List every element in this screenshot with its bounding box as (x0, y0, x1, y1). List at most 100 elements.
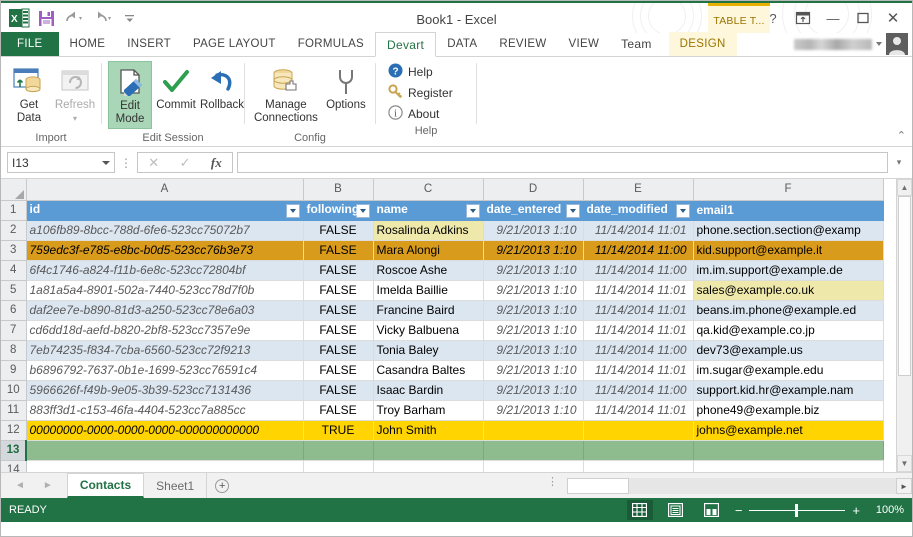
row-header-10[interactable]: 10 (1, 380, 27, 401)
table-row[interactable]: 12 00000000-0000-0000-0000-000000000000 TR… (1, 420, 884, 441)
table-row[interactable]: 4 6f4c1746-a824-f11b-6e8c-523cc72804bf FAL… (1, 260, 884, 281)
undo-icon[interactable] (61, 6, 87, 30)
zoom-level-label[interactable]: 100% (870, 504, 904, 516)
filter-dropdown-id[interactable] (285, 204, 300, 218)
zoom-thumb[interactable] (795, 503, 799, 517)
header-cell-date_entered[interactable]: date_entered (483, 200, 584, 221)
formula-bar-grip[interactable]: ⋮ (119, 157, 133, 169)
cell-D4[interactable]: 9/21/2013 1:10 (483, 260, 584, 281)
header-cell-date_modified[interactable]: date_modified (583, 200, 694, 221)
cell-C2[interactable]: Rosalinda Adkins (373, 220, 484, 241)
cell-B2[interactable]: FALSE (303, 220, 374, 241)
filter-dropdown-date_modified[interactable] (675, 204, 690, 218)
column-header-D[interactable]: D (483, 179, 584, 201)
normal-view-icon[interactable] (626, 500, 653, 520)
get-data-button[interactable]: Get Data (7, 61, 51, 127)
cell-B10[interactable]: FALSE (303, 380, 374, 401)
header-cell-following[interactable]: following (303, 200, 374, 221)
account-area[interactable] (794, 32, 908, 56)
page-layout-view-icon[interactable] (663, 500, 689, 520)
ribbon-tab-review[interactable]: REVIEW (488, 32, 557, 56)
name-box[interactable]: I13 (7, 152, 115, 173)
filter-dropdown-date_entered[interactable] (565, 204, 580, 218)
cell-F4[interactable]: im.im.support@example.de (693, 260, 884, 281)
cancel-formula-icon[interactable]: ✕ (148, 155, 159, 171)
column-header-A[interactable]: A (26, 179, 304, 201)
cell-B5[interactable]: FALSE (303, 280, 374, 301)
scroll-right-arrow-icon[interactable]: ► (896, 478, 912, 494)
table-row[interactable]: 3 759edc3f-e785-e8bc-b0d5-523cc76b3e73 FAL… (1, 240, 884, 261)
sheet-tab-sheet1[interactable]: Sheet1 (144, 473, 208, 498)
refresh-button[interactable]: Refresh ▾ (53, 61, 97, 127)
cell-E5[interactable]: 11/14/2014 11:01 (583, 280, 694, 301)
row-header-8[interactable]: 8 (1, 340, 27, 361)
sheet-next-icon[interactable]: ► (43, 480, 53, 491)
cell-C6[interactable]: Francine Baird (373, 300, 484, 321)
row-header-13[interactable]: 13 (1, 440, 27, 461)
cell-D7[interactable]: 9/21/2013 1:10 (483, 320, 584, 341)
cell-D2[interactable]: 9/21/2013 1:10 (483, 220, 584, 241)
cell-D5[interactable]: 9/21/2013 1:10 (483, 280, 584, 301)
cell-E9[interactable]: 11/14/2014 11:01 (583, 360, 694, 381)
zoom-slider[interactable]: − + (735, 503, 860, 518)
cell-A6[interactable]: daf2ee7e-b890-81d3-a250-523cc78e6a03 (26, 300, 304, 321)
cell-F5[interactable]: sales@example.co.uk (693, 280, 884, 301)
cell-F11[interactable]: phone49@example.biz (693, 400, 884, 421)
about-button[interactable]: i About (384, 103, 470, 124)
ribbon-tab-team[interactable]: Team (610, 32, 663, 56)
select-all-corner[interactable] (1, 179, 27, 201)
cell-E6[interactable]: 11/14/2014 11:01 (583, 300, 694, 321)
cell-D12[interactable] (483, 420, 584, 441)
table-row[interactable]: 10 5966626f-f49b-9e05-3b39-523cc7131436 FA… (1, 380, 884, 401)
cell-F7[interactable]: qa.kid@example.co.jp (693, 320, 884, 341)
table-row[interactable]: 8 7eb74235-f834-7cba-6560-523cc72f9213 FAL… (1, 340, 884, 361)
save-icon[interactable] (33, 6, 59, 30)
zoom-track[interactable] (749, 503, 846, 517)
table-row[interactable]: 5 1a81a5a4-8901-502a-7440-523cc78d7f0b FAL… (1, 280, 884, 301)
cell-B7[interactable]: FALSE (303, 320, 374, 341)
page-break-preview-icon[interactable] (699, 500, 725, 520)
header-cell-name[interactable]: name (373, 200, 484, 221)
cell-E7[interactable]: 11/14/2014 11:01 (583, 320, 694, 341)
minimize-button[interactable]: — (818, 5, 848, 31)
zoom-out-button[interactable]: − (735, 503, 743, 518)
expand-formula-bar-icon[interactable]: ▾ (892, 157, 906, 168)
horizontal-scrollbar[interactable]: ► (567, 475, 912, 497)
cell-D13[interactable] (483, 440, 584, 461)
column-header-B[interactable]: B (303, 179, 374, 201)
options-button[interactable]: Options (323, 61, 369, 114)
row-header-4[interactable]: 4 (1, 260, 27, 281)
scroll-up-arrow-icon[interactable]: ▲ (897, 179, 912, 196)
cell-B9[interactable]: FALSE (303, 360, 374, 381)
quick-access-toolbar[interactable]: X (1, 2, 143, 34)
cell-B6[interactable]: FALSE (303, 300, 374, 321)
filter-dropdown-name[interactable] (465, 204, 480, 218)
cell-B13[interactable] (303, 440, 374, 461)
cell-A3[interactable]: 759edc3f-e785-e8bc-b0d5-523cc76b3e73 (26, 240, 304, 261)
rollback-button[interactable]: Rollback (200, 61, 244, 114)
table-row[interactable]: 9 b6896792-7637-0b1e-1699-523cc76591c4 FAL… (1, 360, 884, 381)
cell-A9[interactable]: b6896792-7637-0b1e-1699-523cc76591c4 (26, 360, 304, 381)
manage-connections-button[interactable]: Manage Connections (251, 61, 321, 127)
cell-C10[interactable]: Isaac Bardin (373, 380, 484, 401)
cell-D11[interactable]: 9/21/2013 1:10 (483, 400, 584, 421)
cell-E8[interactable]: 11/14/2014 11:00 (583, 340, 694, 361)
table-row[interactable]: 11 883ff3d1-c153-46fa-4404-523cc7a885cc FA… (1, 400, 884, 421)
scroll-down-arrow-icon[interactable]: ▼ (897, 455, 912, 472)
cell-C9[interactable]: Casandra Baltes (373, 360, 484, 381)
row-header-5[interactable]: 5 (1, 280, 27, 301)
enter-formula-icon[interactable]: ✓ (180, 155, 191, 171)
ribbon-tab-insert[interactable]: INSERT (116, 32, 182, 56)
cell-C11[interactable]: Troy Barham (373, 400, 484, 421)
cell-E4[interactable]: 11/14/2014 11:00 (583, 260, 694, 281)
cell-F10[interactable]: support.kid.hr@example.nam (693, 380, 884, 401)
cell-A11[interactable]: 883ff3d1-c153-46fa-4404-523cc7a885cc (26, 400, 304, 421)
cell-A12[interactable]: 00000000-0000-0000-0000-000000000000 (26, 420, 304, 441)
ribbon-tab-design[interactable]: DESIGN (668, 32, 737, 56)
row-header-9[interactable]: 9 (1, 360, 27, 381)
ribbon-tab-data[interactable]: DATA (436, 32, 488, 56)
filter-dropdown-following[interactable] (355, 204, 370, 218)
cell-D8[interactable]: 9/21/2013 1:10 (483, 340, 584, 361)
column-header-E[interactable]: E (583, 179, 694, 201)
horizontal-scroll-track[interactable] (629, 478, 896, 494)
